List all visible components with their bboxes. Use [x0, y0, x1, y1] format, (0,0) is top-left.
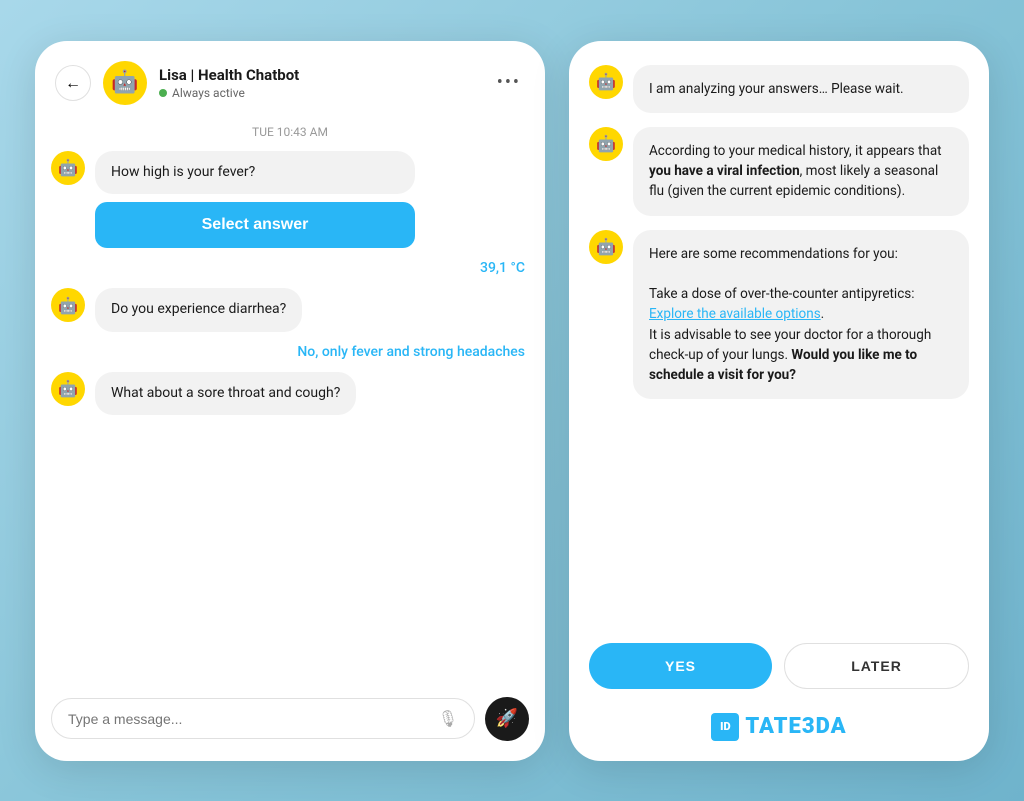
right-bot-avatar-3: 🤖 — [589, 230, 623, 264]
yes-button[interactable]: YES — [589, 643, 772, 689]
brand-footer: ID TATE3DA — [589, 705, 969, 741]
later-button[interactable]: LATER — [784, 643, 969, 689]
send-button[interactable]: 🚀 — [485, 697, 529, 741]
bot-message-row-3: 🤖 What about a sore throat and cough? — [51, 372, 529, 416]
diagnosis-bubble: According to your medical history, it ap… — [633, 127, 969, 216]
sore-throat-question-bubble: What about a sore throat and cough? — [95, 372, 356, 416]
user-temperature-reply: 39,1 °C — [51, 260, 529, 276]
back-icon: ← — [65, 73, 81, 93]
brand-logo-icon: ID — [711, 713, 739, 741]
right-bot-row-2: 🤖 According to your medical history, it … — [589, 127, 969, 216]
mic-icon[interactable]: 🎙 — [438, 709, 458, 728]
right-bot-row-1: 🤖 I am analyzing your answers… Please wa… — [589, 65, 969, 113]
select-answer-button[interactable]: Select answer — [95, 202, 415, 248]
status-indicator — [159, 89, 167, 97]
right-bot-row-3: 🤖 Here are some recommendations for you:… — [589, 230, 969, 400]
recommendations-bubble: Here are some recommendations for you: T… — [633, 230, 969, 400]
left-chat-panel: ← 🤖 Lisa | Health Chatbot Always active … — [35, 41, 545, 761]
bot-avatar-xs-1: 🤖 — [51, 151, 85, 185]
bot-avatar: 🤖 — [103, 61, 147, 105]
back-button[interactable]: ← — [55, 65, 91, 101]
status-text: Always active — [172, 86, 245, 100]
bot-avatar-xs-3: 🤖 — [51, 372, 85, 406]
right-chat-panel: 🤖 I am analyzing your answers… Please wa… — [569, 41, 989, 761]
chat-messages: 🤖 How high is your fever? Select answer … — [35, 151, 545, 681]
bot-message-row-1: 🤖 How high is your fever? Select answer — [51, 151, 529, 249]
fever-question-bubble: How high is your fever? — [95, 151, 415, 195]
bot-name: Lisa | Health Chatbot — [159, 66, 481, 84]
chat-header: ← 🤖 Lisa | Health Chatbot Always active … — [35, 41, 545, 121]
bot-status: Always active — [159, 86, 481, 100]
timestamp: TUE 10:43 AM — [35, 121, 545, 151]
diarrhea-question-bubble: Do you experience diarrhea? — [95, 288, 302, 332]
bot-avatar-xs-2: 🤖 — [51, 288, 85, 322]
message-input-box[interactable]: 🎙 — [51, 698, 475, 739]
user-no-diarrhea-reply: No, only fever and strong headaches — [51, 344, 529, 360]
explore-options-link[interactable]: Explore the available options — [649, 306, 821, 322]
fever-question-group: How high is your fever? Select answer — [95, 151, 529, 249]
right-bot-avatar-2: 🤖 — [589, 127, 623, 161]
more-options-button[interactable]: ••• — [493, 68, 525, 97]
send-icon: 🚀 — [496, 708, 518, 729]
brand-name: TATE3DA — [745, 714, 846, 739]
message-input-area: 🎙 🚀 — [35, 681, 545, 761]
bot-info: Lisa | Health Chatbot Always active — [159, 66, 481, 100]
cta-buttons: YES LATER — [589, 639, 969, 689]
bot-message-row-2: 🤖 Do you experience diarrhea? — [51, 288, 529, 332]
message-input[interactable] — [68, 711, 430, 727]
right-messages: 🤖 I am analyzing your answers… Please wa… — [589, 65, 969, 623]
right-bot-avatar-1: 🤖 — [589, 65, 623, 99]
more-icon: ••• — [497, 72, 521, 93]
analyzing-bubble: I am analyzing your answers… Please wait… — [633, 65, 969, 113]
